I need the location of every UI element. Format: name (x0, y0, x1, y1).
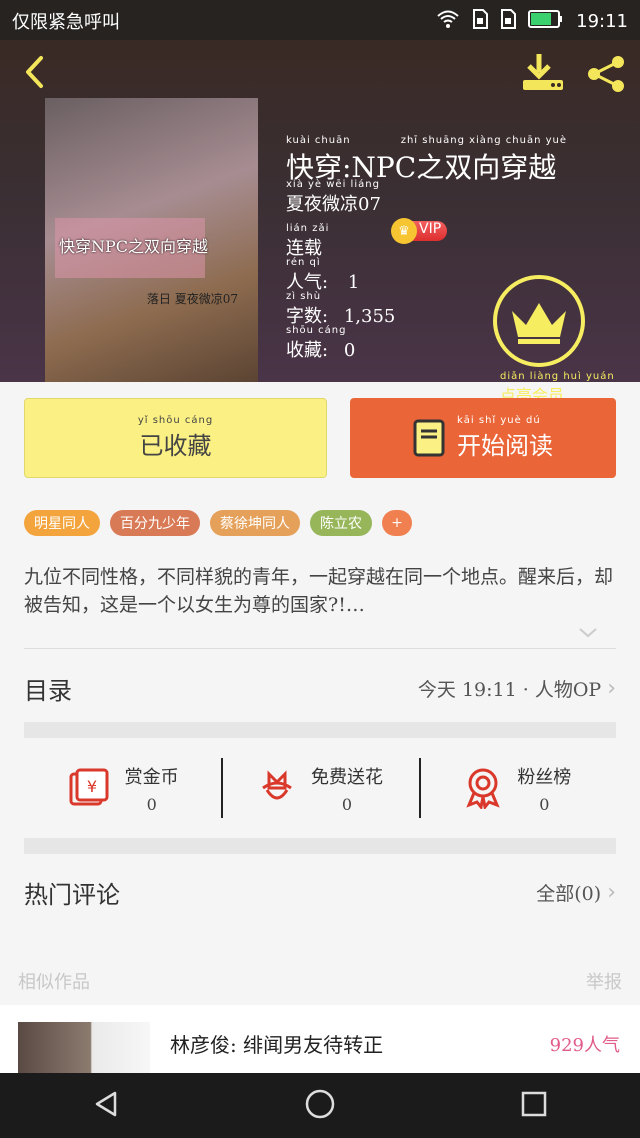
popularity-value: 1 (347, 272, 360, 293)
download-icon (523, 54, 563, 90)
tag-item[interactable]: 陈立农 (310, 510, 372, 536)
fan-label: 粉丝榜 (517, 766, 572, 788)
favorites-value: 0 (343, 340, 356, 361)
banner-thumbnail (18, 1022, 150, 1074)
banner-popularity: 929人气 (549, 1035, 620, 1056)
recents-square-icon[interactable] (519, 1089, 549, 1123)
author-line[interactable]: xià yè wēi liáng 夏夜微凉07 (286, 180, 381, 216)
download-button[interactable] (518, 50, 566, 94)
tag-item[interactable]: 蔡徐坤同人 (210, 510, 300, 536)
svg-text:¥: ¥ (87, 777, 97, 796)
reward-coins-button[interactable]: ¥ 赏金币 0 (24, 748, 221, 828)
hot-comments-row[interactable]: 热门评论 全部(0) › (24, 862, 616, 922)
book-header: 快穿NPC之双向穿越 落日 夏夜微凉07 kuài chuān zhī shuā… (0, 40, 640, 405)
flower-count: 0 (341, 794, 353, 814)
expand-chevron-icon[interactable] (578, 624, 598, 643)
report-link[interactable]: 举报 (586, 968, 622, 994)
ribbon-badge-icon (466, 768, 501, 809)
stats-panel: ¥ 赏金币 0 免费送花 0 粉丝榜 0 (24, 748, 616, 828)
reward-label: 赏金币 (124, 766, 179, 788)
catalog-row[interactable]: 目录 今天 19:11 · 人物OP › (24, 658, 616, 718)
chevron-right-icon: › (607, 879, 616, 905)
reward-coin-icon: ¥ (69, 768, 109, 806)
all-comments-link[interactable]: 全部(0) (536, 879, 601, 906)
title-pinyin: kuài chuān zhī shuāng xiàng chuān yuè (286, 135, 568, 146)
favorites-line: shōu cáng 收藏: 0 (286, 325, 356, 362)
book-cover: 快穿NPC之双向穿越 落日 夏夜微凉07 (45, 98, 258, 382)
chevron-right-icon: › (607, 675, 616, 701)
tag-list: 明星同人 百分九少年 蔡徐坤同人 陈立农 + (24, 510, 412, 536)
back-arrow-icon (26, 56, 43, 88)
divider (24, 648, 616, 649)
tag-item[interactable]: 明星同人 (24, 510, 100, 536)
battery-icon (528, 10, 564, 33)
author-name[interactable]: 夏夜微凉07 (286, 194, 381, 215)
back-button[interactable] (16, 54, 52, 90)
wordcount-line: zì shù 字数: 1,355 (286, 291, 396, 328)
status-icons: 19:11 (436, 9, 628, 34)
wordcount-label: 字数: (286, 306, 329, 327)
reward-count: 0 (146, 794, 157, 814)
popularity-line: rén qì 人气: 1 (286, 257, 360, 294)
tag-item[interactable]: 百分九少年 (110, 510, 200, 536)
flower-label: 免费送花 (310, 766, 383, 788)
add-tag-button[interactable]: + (382, 510, 412, 536)
sim-icon (472, 9, 489, 34)
send-flower-button[interactable]: 免费送花 0 (221, 748, 418, 828)
cover-title: 快穿NPC之双向穿越 (59, 237, 209, 256)
sim2-icon (500, 9, 517, 34)
serial-status: 连载 (286, 238, 322, 259)
vip-badge: ♛ VIP (391, 218, 448, 244)
start-reading-button[interactable]: kāi shǐ yuè dú 开始阅读 (350, 398, 616, 478)
book-description[interactable]: 九位不同性格，不同样貌的青年，一起穿越在同一个地点。醒来后，却被告知，这是一个以… (24, 563, 616, 619)
hot-comments-label: 热门评论 (24, 880, 120, 909)
cover-signature: 落日 夏夜微凉07 (146, 292, 238, 306)
wifi-icon (436, 9, 460, 34)
wordcount-value: 1,355 (343, 306, 396, 327)
similar-works-label: 相似作品 (18, 972, 90, 993)
crown-icon (512, 303, 566, 344)
section-separator (24, 722, 616, 738)
flower-icon (262, 770, 292, 800)
share-button[interactable] (584, 52, 628, 96)
system-navbar (0, 1073, 640, 1138)
status-bar: 仅限紧急呼叫 19:11 (0, 0, 640, 40)
catalog-label: 目录 (24, 676, 72, 705)
share-icon (588, 56, 624, 92)
recommend-banner[interactable]: 林彦俊: 绯闻男友待转正 929人气 (0, 1005, 640, 1074)
home-circle-icon[interactable] (304, 1088, 336, 1124)
fan-ranking-button[interactable]: 粉丝榜 0 (418, 748, 616, 828)
status-line: lián zǎi 连载 (286, 223, 330, 260)
crown-icon: ♛ (391, 218, 417, 244)
popularity-label: 人气: (286, 272, 329, 293)
favorites-label: 收藏: (286, 340, 329, 361)
fan-count: 0 (539, 794, 550, 814)
clock: 19:11 (576, 11, 628, 32)
section-separator (24, 838, 616, 854)
catalog-meta: 今天 19:11 · 人物OP (417, 678, 602, 701)
member-badge[interactable] (493, 275, 585, 367)
back-triangle-icon[interactable] (91, 1089, 121, 1123)
book-icon (413, 419, 445, 457)
banner-title: 林彦俊: 绯闻男友待转正 (170, 1033, 384, 1057)
carrier-text: 仅限紧急呼叫 (12, 12, 120, 33)
collected-button[interactable]: yǐ shōu cáng 已收藏 (24, 398, 327, 478)
